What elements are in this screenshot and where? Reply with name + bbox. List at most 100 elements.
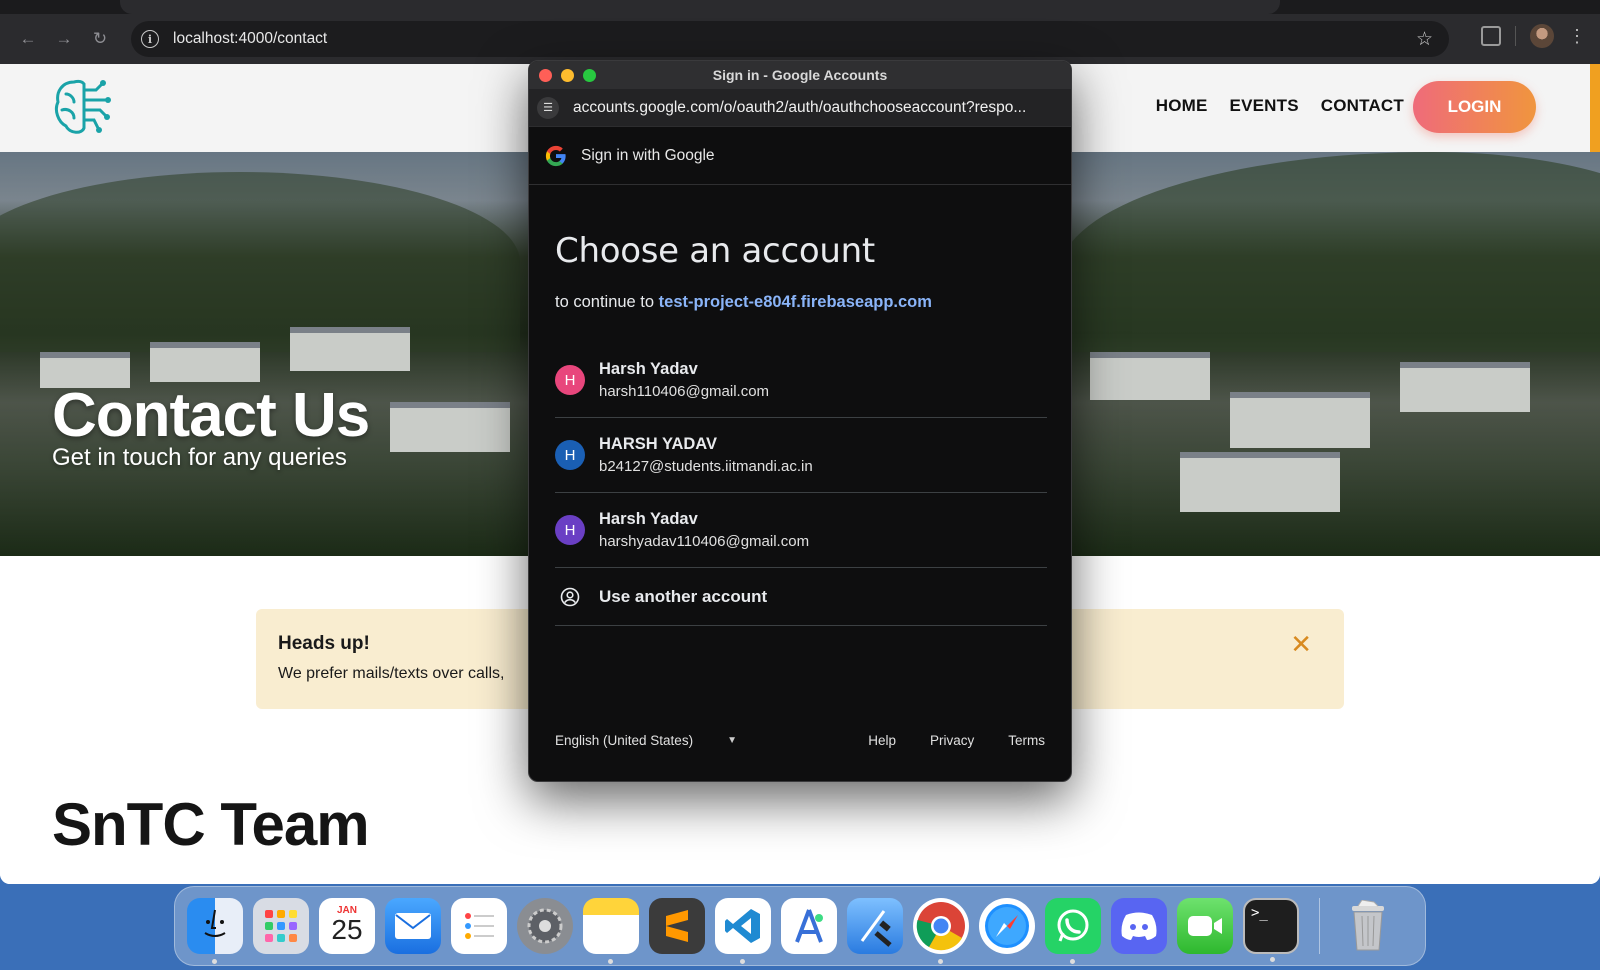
account-email: harshyadav110406@gmail.com [599,533,810,550]
chevron-down-icon: ▼ [727,735,737,746]
running-indicator [740,959,745,964]
menu-dots-icon[interactable]: ⋮ [1568,26,1586,47]
launchpad-icon[interactable] [253,898,309,954]
facetime-icon[interactable] [1177,898,1233,954]
hero-building [390,402,510,452]
continue-prefix: to continue to [555,293,655,311]
maximize-window-button[interactable] [583,69,596,82]
signin-header: Sign in with Google [529,127,1071,185]
running-indicator [608,959,613,964]
account-row[interactable]: H HARSH YADAV b24127@students.iitmandi.a… [555,418,1047,493]
hero-building [1180,452,1340,512]
use-another-account-button[interactable]: Use another account [555,568,1047,626]
site-info-icon[interactable]: i [141,30,159,48]
running-indicator [938,959,943,964]
choose-account-heading: Choose an account [555,231,875,271]
browser-toolbar: ← → ↻ i localhost:4000/contact ☆ ⋮ [0,14,1600,64]
close-icon[interactable]: ✕ [1290,629,1312,660]
account-row[interactable]: H Harsh Yadav harsh110406@gmail.com [555,343,1047,418]
terms-link[interactable]: Terms [1008,733,1045,748]
discord-icon[interactable] [1111,898,1167,954]
login-button[interactable]: LOGIN [1413,81,1536,133]
popup-url-bar[interactable]: ☰ accounts.google.com/o/oauth2/auth/oaut… [529,89,1071,127]
account-email: harsh110406@gmail.com [599,383,770,400]
account-avatar: H [555,440,585,470]
google-g-icon [545,145,566,166]
continue-app-link[interactable]: test-project-e804f.firebaseapp.com [659,293,932,311]
calendar-day: 25 [331,913,363,945]
google-signin-popup: Sign in - Google Accounts ☰ accounts.goo… [528,60,1072,782]
mail-icon[interactable] [385,898,441,954]
account-avatar: H [555,365,585,395]
notes-icon[interactable] [583,898,639,964]
macos-dock: JAN 25 >_ [174,886,1426,966]
vscode-icon[interactable] [715,898,771,964]
language-select[interactable]: English (United States) ▼ [555,733,737,748]
help-link[interactable]: Help [868,733,896,748]
privacy-link[interactable]: Privacy [930,733,974,748]
running-indicator [1070,959,1075,964]
active-tab[interactable] [120,0,1280,14]
whatsapp-icon[interactable] [1045,898,1101,964]
use-another-account-label: Use another account [599,586,768,606]
account-name: Harsh Yadav [599,360,698,378]
popup-titlebar[interactable]: Sign in - Google Accounts [529,61,1071,89]
toolbar-divider [1515,26,1516,46]
extensions-icon[interactable] [1481,26,1501,46]
account-name: HARSH YADAV [599,435,717,453]
sublime-text-icon[interactable] [649,898,705,954]
main-nav: HOME EVENTS CONTACT [1156,96,1404,116]
popup-url[interactable]: accounts.google.com/o/oauth2/auth/oauthc… [573,99,1026,117]
minimize-window-button[interactable] [561,69,574,82]
finder-icon[interactable] [187,898,243,964]
back-icon[interactable]: ← [14,25,42,53]
brain-circuit-logo-icon[interactable] [52,76,112,138]
running-indicator [212,959,217,964]
hero-building [1090,352,1210,400]
site-settings-icon[interactable]: ☰ [537,96,559,119]
calendar-icon[interactable]: JAN 25 [319,898,375,954]
alert-body: We prefer mails/texts over calls, [278,665,505,682]
account-row[interactable]: H Harsh Yadav harshyadav110406@gmail.com [555,493,1047,568]
trash-icon[interactable] [1340,898,1396,954]
hero-mountain-right [1060,152,1600,352]
hero-building [1230,392,1370,448]
signin-with-google-label: Sign in with Google [581,146,715,164]
nav-home[interactable]: HOME [1156,96,1208,116]
bookmark-star-icon[interactable]: ☆ [1416,28,1433,51]
profile-avatar[interactable] [1530,24,1554,48]
reload-icon[interactable]: ↻ [86,25,114,53]
hero-mountain-left [0,172,520,352]
chrome-icon[interactable] [913,898,969,964]
xcode-icon[interactable] [847,898,903,954]
android-studio-icon[interactable] [781,898,837,954]
hero-building [290,327,410,371]
terminal-icon[interactable]: >_ [1243,898,1299,962]
nav-contact[interactable]: CONTACT [1321,96,1404,116]
popup-window-title: Sign in - Google Accounts [712,67,888,83]
account-circle-icon [555,582,585,612]
hero-building [1400,362,1530,412]
account-name: Harsh Yadav [599,510,698,528]
language-value: English (United States) [555,733,694,748]
address-bar[interactable]: i localhost:4000/contact ☆ [131,21,1449,57]
forward-icon[interactable]: → [50,25,78,53]
nav-events[interactable]: EVENTS [1230,96,1299,116]
reminders-icon[interactable] [451,898,507,954]
popup-footer: English (United States) ▼ Help Privacy T… [555,733,1045,748]
continue-to-text: to continue to test-project-e804f.fireba… [555,293,932,312]
terminal-prompt: >_ [1251,905,1268,921]
address-url[interactable]: localhost:4000/contact [173,30,327,48]
safari-icon[interactable] [979,898,1035,954]
tab-strip [0,0,1600,14]
system-settings-icon[interactable] [517,898,573,954]
account-email: b24127@students.iitmandi.ac.in [599,458,813,475]
alert-title: Heads up! [278,633,370,654]
hero-title: Contact Us [52,381,370,450]
close-window-button[interactable] [539,69,552,82]
hero-subtitle: Get in touch for any queries [52,444,347,471]
hero-building [150,342,260,382]
dock-divider [1319,898,1320,954]
account-avatar: H [555,515,585,545]
account-list: H Harsh Yadav harsh110406@gmail.com H HA… [555,343,1047,626]
